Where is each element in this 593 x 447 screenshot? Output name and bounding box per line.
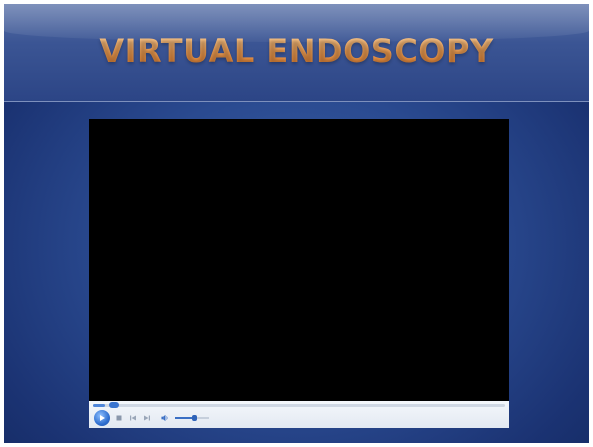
play-button[interactable] xyxy=(94,410,110,426)
seek-bar-thumb[interactable] xyxy=(109,402,120,408)
volume-icon xyxy=(161,414,168,422)
media-player[interactable] xyxy=(89,119,509,428)
title-band: VIRTUAL ENDOSCOPY xyxy=(4,4,589,102)
volume-slider-thumb[interactable] xyxy=(191,415,197,421)
volume-slider-level xyxy=(175,417,194,419)
play-icon xyxy=(100,415,105,421)
seek-bar[interactable] xyxy=(93,404,505,407)
volume-button[interactable] xyxy=(161,414,169,422)
stop-icon xyxy=(116,415,122,421)
presentation-slide: VIRTUAL ENDOSCOPY xyxy=(4,4,589,443)
volume-slider[interactable] xyxy=(175,415,209,421)
next-button[interactable] xyxy=(143,414,151,422)
previous-icon xyxy=(130,415,136,421)
seek-bar-progress xyxy=(93,404,106,407)
player-controls xyxy=(89,401,509,428)
next-icon xyxy=(144,415,150,421)
previous-button[interactable] xyxy=(129,414,137,422)
stop-button[interactable] xyxy=(115,414,123,422)
video-area[interactable] xyxy=(89,119,509,401)
slide-title: VIRTUAL ENDOSCOPY xyxy=(4,32,589,70)
